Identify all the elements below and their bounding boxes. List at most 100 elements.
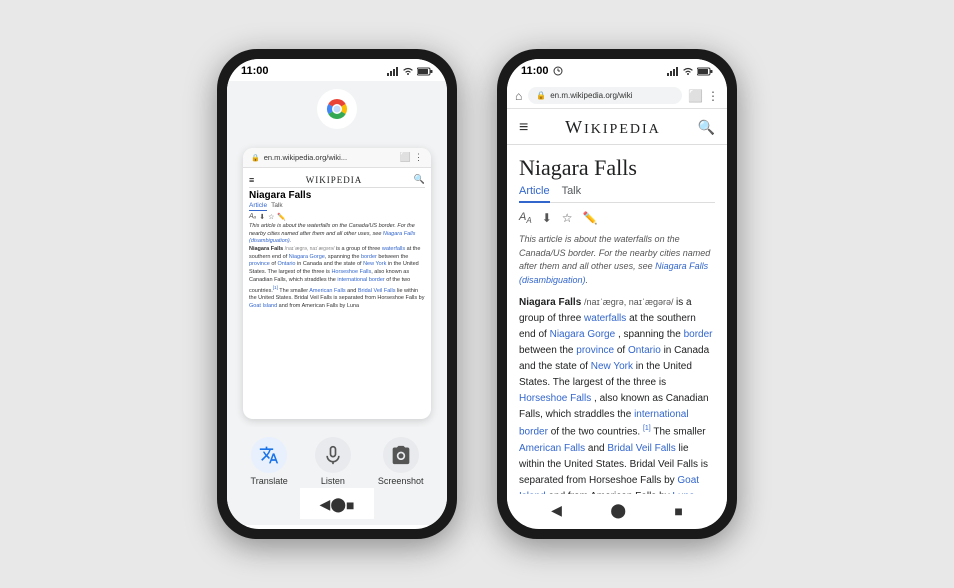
link-american-falls[interactable]: American Falls — [519, 443, 585, 454]
link-bridal-veil[interactable]: Bridal Veil Falls — [607, 443, 675, 454]
link-ontario[interactable]: Ontario — [628, 345, 661, 356]
tool-download[interactable]: ⬇ — [542, 211, 552, 225]
nav-bar-right: ◀ ⬤ ■ — [507, 494, 727, 525]
listen-label: Listen — [321, 476, 345, 486]
tool-star[interactable]: ☆ — [562, 211, 573, 225]
citation-1[interactable]: [1] — [643, 425, 651, 432]
link-waterfalls[interactable]: waterfalls — [584, 313, 626, 324]
phone-right-body: ⌂ 🔒 en.m.wikipedia.org/wiki ⬜ ⋮ ≡ — [507, 81, 727, 525]
wiki-wordmark-sm: WIKIPEDIA — [306, 175, 363, 185]
url-domain: en.m.wikipedia.org/wiki — [550, 91, 632, 100]
link-new-york[interactable]: New York — [591, 361, 633, 372]
phone-left: 11:00 — [217, 49, 457, 539]
article-tabs: Article Talk — [519, 185, 715, 203]
link-horseshoe-falls[interactable]: Horseshoe Falls — [519, 393, 591, 404]
tool-language[interactable]: AA — [519, 211, 532, 225]
wiki-search-sm: 🔍 — [414, 174, 425, 185]
home-icon[interactable]: ⌂ — [515, 89, 522, 103]
article-tools: AA ⬇ ☆ ✏️ — [519, 211, 715, 225]
wiki-menu-icon[interactable]: ≡ — [519, 119, 528, 137]
article-notice: This article is about the waterfalls on … — [519, 233, 715, 287]
back-btn-right[interactable]: ◀ — [551, 502, 562, 519]
tab-article[interactable]: Article — [519, 185, 550, 203]
tab-switcher-icon[interactable]: ⬜ — [688, 89, 703, 103]
menu-icon-sm: ⋮ — [414, 152, 423, 163]
task-area: 🔒 en.m.wikipedia.org/wiki... ⬜ ⋮ ≡ WIKIP… — [227, 81, 447, 427]
phone-right: 11:00 — [497, 49, 737, 539]
article-title: Niagara Falls — [519, 155, 715, 181]
chrome-bottom: Translate Listen — [227, 427, 447, 525]
translate-icon[interactable] — [251, 437, 287, 473]
wiki-wordmark-text: WIKIPEDIA — [565, 117, 661, 137]
wiki-menu-sm: ≡ — [249, 175, 254, 185]
screenshot-action[interactable]: Screenshot — [378, 437, 424, 486]
wiki-top-bar: ≡ WIKIPEDIA 🔍 — [507, 109, 727, 145]
phone-left-body: 🔒 en.m.wikipedia.org/wiki... ⬜ ⋮ ≡ WIKIP… — [227, 81, 447, 525]
time-left: 11:00 — [241, 65, 269, 77]
tab-icon-sm: ⬜ — [400, 152, 411, 163]
battery-icon-left — [417, 66, 433, 76]
translate-label: Translate — [251, 476, 288, 486]
screenshot-label: Screenshot — [378, 476, 424, 486]
bottom-actions: Translate Listen — [227, 437, 447, 486]
wifi-icon-right — [682, 66, 694, 76]
screenshot-icon[interactable] — [383, 437, 419, 473]
recents-btn-right[interactable]: ■ — [674, 503, 682, 519]
link-province[interactable]: province — [576, 345, 614, 356]
task-card-url-bar: 🔒 en.m.wikipedia.org/wiki... ⬜ ⋮ — [243, 148, 431, 168]
wiki-wordmark: WIKIPEDIA — [565, 117, 661, 138]
tool-edit-sm: ✏️ — [277, 213, 286, 221]
scene: 11:00 — [0, 0, 954, 588]
browser-menu-icon[interactable]: ⋮ — [707, 89, 719, 103]
home-btn-left[interactable]: ⬤ — [330, 496, 346, 513]
wiki-search-icon[interactable]: 🔍 — [698, 119, 715, 136]
wiki-header-sm: ≡ WIKIPEDIA 🔍 — [249, 172, 425, 188]
wiki-body-preview: This article is about the waterfalls on … — [249, 223, 425, 310]
listen-action[interactable]: Listen — [315, 437, 351, 486]
article-body: Niagara Falls /naɪˈæɡrə, naɪˈæɡərə/ is a… — [519, 295, 715, 494]
lock-icon: 🔒 — [536, 91, 546, 100]
wifi-icon-left — [402, 66, 414, 76]
translate-action[interactable]: Translate — [251, 437, 288, 486]
wiki-title-sm: Niagara Falls — [249, 190, 425, 201]
wiki-tabs-sm: Article Talk — [249, 202, 425, 211]
status-icons-right — [667, 66, 713, 76]
wiki-tab-article-sm: Article — [249, 202, 267, 211]
tool-lang-sm: Aₐ — [249, 213, 256, 221]
article-content: Niagara Falls Article Talk AA ⬇ ☆ ✏️ — [507, 145, 727, 494]
link-border[interactable]: border — [684, 329, 713, 340]
status-bar-left: 11:00 — [227, 59, 447, 81]
article-ipa: /naɪˈæɡrə, naɪˈæɡərə/ — [584, 297, 676, 307]
chrome-logo — [317, 89, 357, 142]
article-subject: Niagara Falls — [519, 297, 581, 308]
wiki-tab-talk-sm: Talk — [271, 202, 283, 211]
task-card[interactable]: 🔒 en.m.wikipedia.org/wiki... ⬜ ⋮ ≡ WIKIP… — [243, 148, 431, 419]
back-btn-left[interactable]: ◀ — [320, 496, 331, 513]
tool-download-sm: ⬇ — [259, 213, 265, 221]
time-right: 11:00 — [521, 65, 549, 77]
status-bar-right: 11:00 — [507, 59, 727, 81]
recents-btn-left[interactable]: ■ — [346, 497, 354, 513]
home-btn-right[interactable]: ⬤ — [610, 502, 626, 519]
wiki-tools-sm: Aₐ ⬇ ☆ ✏️ — [249, 213, 425, 221]
signal-icon-right — [667, 66, 679, 76]
tab-talk[interactable]: Talk — [562, 185, 582, 198]
lock-icon-sm: 🔒 — [251, 154, 260, 162]
link-niagara-gorge[interactable]: Niagara Gorge — [550, 329, 616, 340]
browser-bar: ⌂ 🔒 en.m.wikipedia.org/wiki ⬜ ⋮ — [507, 81, 727, 109]
tool-star-sm: ☆ — [268, 213, 274, 221]
wikipedia-article: ≡ WIKIPEDIA 🔍 Niagara Falls Article Talk — [507, 109, 727, 494]
tool-edit[interactable]: ✏️ — [583, 211, 598, 225]
battery-icon-right — [697, 66, 713, 76]
signal-icon — [387, 66, 399, 76]
url-pill[interactable]: 🔒 en.m.wikipedia.org/wiki — [528, 87, 682, 104]
browser-actions: ⬜ ⋮ — [688, 89, 719, 103]
listen-icon[interactable] — [315, 437, 351, 473]
task-card-content: ≡ WIKIPEDIA 🔍 Niagara Falls Article Talk… — [243, 168, 431, 314]
alarm-icon — [553, 66, 563, 76]
url-text-sm: en.m.wikipedia.org/wiki... — [264, 153, 396, 162]
status-icons-left — [387, 66, 433, 76]
tab-actions: ⬜ ⋮ — [400, 152, 423, 163]
disambiguation-link[interactable]: Niagara Falls (disambiguation) — [519, 261, 708, 285]
nav-bar-left: ◀ ⬤ ■ — [300, 488, 375, 519]
